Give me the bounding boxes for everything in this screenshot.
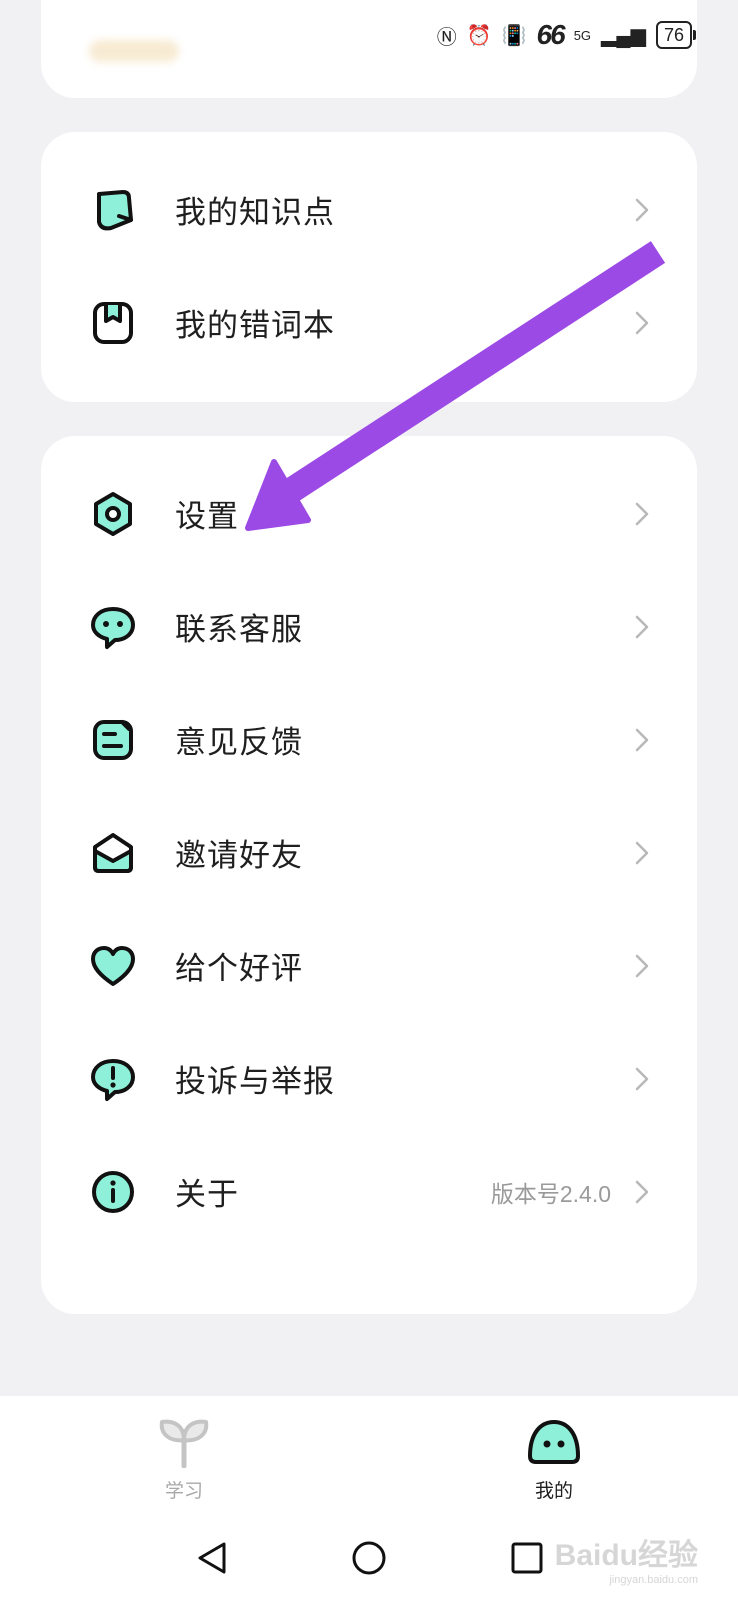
version-text: 版本号2.4.0	[490, 1180, 611, 1207]
menu-item-feedback[interactable]: 意见反馈	[41, 682, 697, 797]
chevron-right-icon	[635, 841, 649, 864]
sprout-icon	[159, 1419, 209, 1468]
chevron-right-icon	[635, 198, 649, 221]
invite-friends-icon	[93, 832, 133, 873]
tab-mine[interactable]: 我的	[494, 1416, 614, 1503]
feedback-icon	[93, 719, 133, 760]
alarm-icon: ⏰	[466, 24, 492, 47]
menu-label: 投诉与举报	[175, 1064, 335, 1099]
menu-item-rate[interactable]: 给个好评	[41, 908, 697, 1023]
menu-item-about[interactable]: 关于 版本号2.4.0	[41, 1134, 697, 1249]
mascot-icon	[528, 1420, 580, 1464]
chevron-right-icon	[635, 311, 649, 334]
nfc-icon: Ⓝ	[436, 26, 457, 49]
menu-label: 关于	[175, 1177, 239, 1212]
chevron-right-icon	[635, 728, 649, 751]
chevron-right-icon	[635, 1180, 649, 1203]
menu-label: 邀请好友	[175, 838, 303, 873]
status-bar: Ⓝ ⏰ 📳 66 5G ▂▄▆ 76	[0, 0, 738, 72]
chevron-right-icon	[635, 502, 649, 525]
menu-label: 我的错词本	[175, 308, 335, 343]
network-text: 5G	[573, 27, 592, 43]
menu-item-invite-friends[interactable]: 邀请好友	[41, 795, 697, 910]
tab-label: 我的	[534, 1481, 573, 1502]
battery-indicator: 76	[655, 21, 697, 49]
menu-label: 我的知识点	[175, 195, 335, 230]
menu-label: 设置	[175, 499, 239, 534]
customer-service-icon	[91, 606, 135, 649]
menu-item-settings[interactable]: 设置	[41, 456, 697, 571]
signal-bars-icon: ▂▄▆	[601, 24, 646, 47]
heart-icon	[91, 945, 135, 986]
menu-group-general: 设置 联系客服 意见反馈 邀请好友 给个好评 投诉与举报 关于 版本号2.4.0	[41, 436, 697, 1314]
menu-label: 给个好评	[175, 951, 303, 986]
home-icon[interactable]	[349, 1538, 389, 1578]
watermark: Baidu经验 jingyan.baidu.com	[555, 1530, 698, 1586]
recents-icon[interactable]	[507, 1538, 547, 1578]
status-icons: Ⓝ ⏰ 📳 66 5G ▂▄▆ 76	[436, 18, 697, 52]
menu-item-customer-service[interactable]: 联系客服	[41, 569, 697, 684]
bottom-tab-bar: 学习 我的	[0, 1396, 738, 1516]
chevron-right-icon	[635, 1067, 649, 1090]
wrong-words-book-icon	[93, 301, 133, 344]
watermark-brand: Baidu经验	[554, 1539, 698, 1572]
chevron-right-icon	[635, 954, 649, 977]
menu-label: 联系客服	[175, 612, 303, 647]
menu-item-knowledge[interactable]: 我的知识点	[41, 152, 697, 267]
back-icon[interactable]	[192, 1538, 232, 1578]
settings-icon	[94, 491, 132, 536]
menu-label: 意见反馈	[175, 725, 303, 760]
vibrate-icon: 📳	[501, 24, 527, 47]
knowledge-icon	[97, 189, 133, 230]
report-icon	[91, 1058, 135, 1101]
menu-group-learning: 我的知识点 我的错词本	[41, 132, 697, 402]
tab-study[interactable]: 学习	[124, 1416, 244, 1503]
tab-label: 学习	[164, 1481, 203, 1502]
signal-text: 66	[536, 19, 566, 50]
chevron-right-icon	[635, 615, 649, 638]
info-icon	[92, 1170, 134, 1213]
menu-item-wrong-words[interactable]: 我的错词本	[41, 265, 697, 380]
menu-item-report[interactable]: 投诉与举报	[41, 1021, 697, 1136]
watermark-url: jingyan.baidu.com	[609, 1574, 698, 1586]
